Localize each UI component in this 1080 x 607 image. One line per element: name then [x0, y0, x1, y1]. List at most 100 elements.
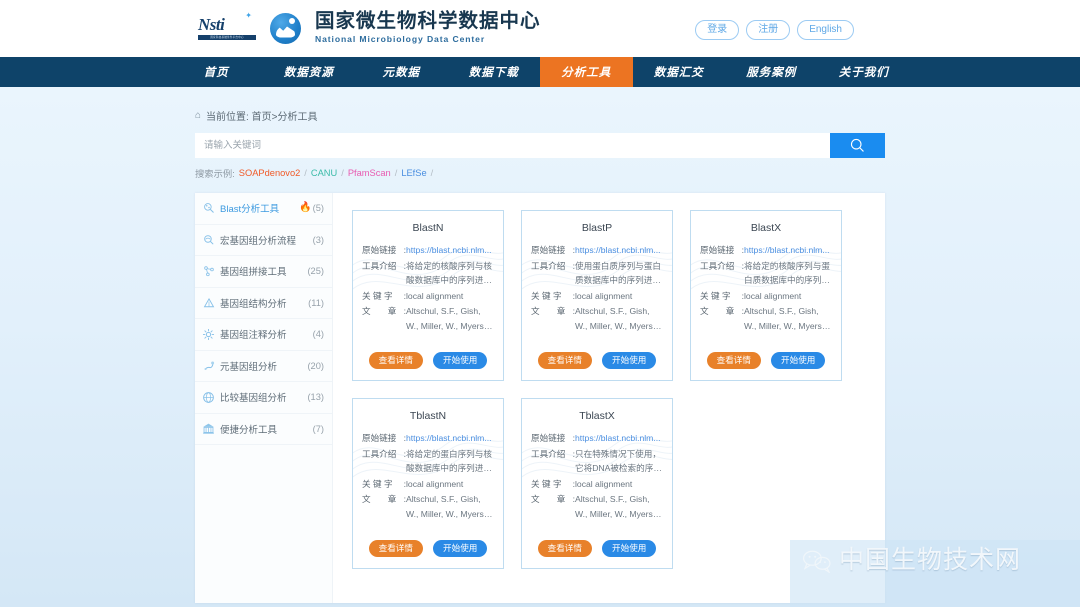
tool-keyword-value: local alignment [406, 290, 464, 301]
tool-link-value[interactable]: https://blast.ncbi.nlm... [406, 431, 494, 446]
metagenome-analysis-icon [202, 359, 215, 372]
start-use-button[interactable]: 开始使用 [602, 540, 657, 557]
nav-item-about-us[interactable]: 关于我们 [818, 57, 911, 87]
tool-article-label: 文 章: [531, 306, 575, 316]
sidebar-item-comparative-genome[interactable]: 比较基因组分析 (13) [195, 382, 332, 414]
tool-link-value[interactable]: https://blast.ncbi.nlm... [406, 243, 494, 258]
tool-card[interactable]: TblastX 原始链接: https://blast.ncbi.nlm... … [521, 398, 673, 569]
brand-title-block: 国家微生物科学数据中心 National Microbiology Data C… [315, 11, 541, 45]
language-button[interactable]: English [797, 20, 854, 40]
tool-keyword-value: local alignment [575, 290, 633, 301]
header-actions: 登录 注册 English [695, 20, 854, 40]
comparative-genome-icon [202, 391, 215, 404]
sidebar-item-genome-structure[interactable]: 基因组结构分析 (11) [195, 288, 332, 319]
flame-icon: 🔥 [299, 202, 312, 214]
start-use-button[interactable]: 开始使用 [771, 352, 826, 369]
metagenome-flow-icon [202, 233, 215, 246]
sidebar-item-count: (20) [307, 360, 324, 371]
sidebar-item-genome-annotation[interactable]: 基因组注释分析 (4) [195, 319, 332, 351]
tool-article-value: Altschul, S.F., Gish, W., Miller, W., My… [406, 494, 487, 519]
sidebar-item-metagenome-flow[interactable]: 宏基因组分析流程 (3) [195, 225, 332, 256]
convenient-tools-icon [202, 422, 215, 435]
tool-keyword-label: 关 键 字: [531, 478, 575, 489]
view-detail-button[interactable]: 查看详情 [706, 352, 761, 369]
nav-item-data-download[interactable]: 数据下载 [448, 57, 541, 87]
card-actions: 查看详情 开始使用 [353, 540, 503, 557]
tool-keyword-row: 关 键 字: local alignment [700, 289, 832, 304]
tool-keyword-row: 关 键 字: local alignment [362, 477, 494, 492]
tool-article-row: 文 章: Altschul, S.F., Gish, W., Miller, W… [531, 304, 663, 333]
brand-block[interactable]: ✦ Nsti 国家科技基础条件平台中心 国家微生物科学数据中心 National… [198, 11, 541, 45]
tool-link-value[interactable]: https://blast.ncbi.nlm... [575, 431, 663, 446]
tool-link-label: 原始链接: [362, 433, 406, 443]
example-separator: / [341, 168, 344, 178]
tool-link-row: 原始链接: https://blast.ncbi.nlm... [362, 431, 494, 446]
start-use-button[interactable]: 开始使用 [433, 540, 488, 557]
tool-link-row: 原始链接: https://blast.ncbi.nlm... [362, 243, 494, 258]
category-sidebar: Blast分析工具 🔥 (5) 宏基因组分析流程 (3) 基因组拼接工具 (25… [195, 193, 333, 603]
example-separator: / [394, 168, 398, 178]
card-actions: 查看详情 开始使用 [522, 352, 672, 369]
tool-keyword-value: local alignment [406, 478, 464, 489]
tool-article-value: Altschul, S.F., Gish, W., Miller, W., My… [575, 494, 656, 519]
sidebar-item-label: 基因组拼接工具 [220, 267, 287, 279]
sidebar-item-label: 便捷分析工具 [220, 424, 278, 436]
start-use-button[interactable]: 开始使用 [433, 352, 488, 369]
sidebar-item-count: (11) [308, 297, 324, 308]
view-detail-button[interactable]: 查看详情 [368, 540, 423, 557]
sidebar-item-count: (4) [312, 329, 324, 340]
nav-item-home[interactable]: 首页 [170, 57, 263, 87]
register-button[interactable]: 注册 [746, 20, 791, 40]
tool-link-row: 原始链接: https://blast.ncbi.nlm... [700, 243, 832, 258]
sidebar-item-metagenome-analysis[interactable]: 元基因组分析 (20) [195, 351, 332, 382]
tool-link-value[interactable]: https://blast.ncbi.nlm... [575, 243, 663, 258]
tool-card[interactable]: BlastX 原始链接: https://blast.ncbi.nlm... 工… [690, 210, 842, 381]
tool-intro-row: 工具介绍: 将给定的蛋白序列与核酸数据库中的序列进行比对 [362, 447, 494, 476]
nav-item-metadata[interactable]: 元数据 [355, 57, 448, 87]
view-detail-button[interactable]: 查看详情 [537, 352, 592, 369]
tool-cards-grid: BlastN 原始链接: https://blast.ncbi.nlm... 工… [333, 193, 885, 603]
tool-keyword-label: 关 键 字: [700, 290, 744, 301]
search-button[interactable] [830, 133, 885, 158]
nav-item-service-cases[interactable]: 服务案例 [725, 57, 818, 87]
sidebar-item-label: 比较基因组分析 [220, 393, 287, 405]
tool-card[interactable]: TblastN 原始链接: https://blast.ncbi.nlm... … [352, 398, 504, 569]
nsti-logo-icon[interactable]: ✦ Nsti 国家科技基础条件平台中心 [198, 11, 256, 45]
nav-item-data-resources[interactable]: 数据资源 [263, 57, 356, 87]
sidebar-item-convenient-tools[interactable]: 便捷分析工具 (7) [195, 414, 332, 445]
search-examples-label: 搜索示例: [195, 169, 235, 179]
example-separator: / [304, 168, 307, 178]
start-use-button[interactable]: 开始使用 [602, 352, 657, 369]
tool-intro-label: 工具介绍: [531, 260, 575, 271]
nav-item-analysis-tools[interactable]: 分析工具 [540, 57, 633, 87]
home-icon[interactable]: ⌂ [195, 110, 201, 121]
example-link-canu[interactable]: CANU [311, 168, 337, 178]
tool-card[interactable]: BlastN 原始链接: https://blast.ncbi.nlm... 工… [352, 210, 504, 381]
tool-link-row: 原始链接: https://blast.ncbi.nlm... [531, 243, 663, 258]
sidebar-item-count: (7) [312, 423, 324, 434]
example-link-pfamscan[interactable]: PfamScan [348, 168, 391, 178]
brand-title-en: National Microbiology Data Center [315, 34, 486, 44]
sidebar-item-blast-tools[interactable]: Blast分析工具 🔥 (5) [195, 193, 332, 225]
example-link-soapdenovo2[interactable]: SOAPdenovo2 [239, 168, 301, 178]
sidebar-item-genome-assembly[interactable]: 基因组拼接工具 (25) [195, 256, 332, 288]
search-input[interactable] [195, 133, 830, 158]
view-detail-button[interactable]: 查看详情 [368, 352, 423, 369]
tool-intro-label: 工具介绍: [362, 260, 406, 271]
tool-article-label: 文 章: [362, 306, 406, 316]
login-button[interactable]: 登录 [695, 20, 740, 40]
tool-link-label: 原始链接: [531, 245, 575, 255]
example-separator: / [430, 168, 434, 178]
search-examples: 搜索示例: SOAPdenovo2 / CANU / PfamScan / LE… [195, 166, 885, 180]
view-detail-button[interactable]: 查看详情 [537, 540, 592, 557]
tool-card[interactable]: BlastP 原始链接: https://blast.ncbi.nlm... 工… [521, 210, 673, 381]
tool-keyword-row: 关 键 字: local alignment [362, 289, 494, 304]
tools-panel: Blast分析工具 🔥 (5) 宏基因组分析流程 (3) 基因组拼接工具 (25… [195, 193, 885, 603]
tool-keyword-row: 关 键 字: local alignment [531, 289, 663, 304]
sidebar-item-count: (3) [312, 234, 324, 245]
tool-title: BlastP [581, 222, 613, 234]
tool-link-value[interactable]: https://blast.ncbi.nlm... [744, 243, 832, 258]
nav-item-data-submission[interactable]: 数据汇交 [633, 57, 726, 87]
example-link-lefse[interactable]: LEfSe [401, 168, 426, 178]
card-actions: 查看详情 开始使用 [522, 540, 672, 557]
